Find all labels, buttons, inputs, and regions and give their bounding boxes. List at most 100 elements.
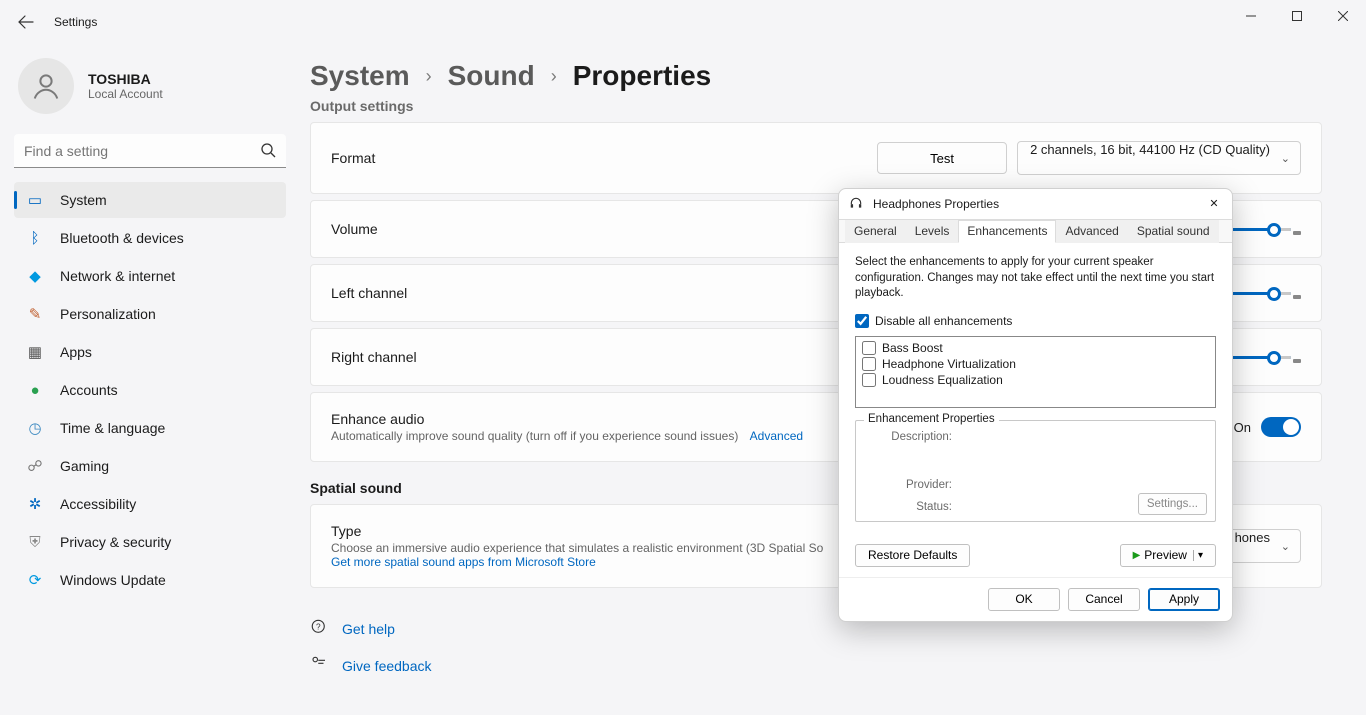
- bass-boost-checkbox[interactable]: Bass Boost: [862, 341, 1209, 355]
- nav-time[interactable]: ◷ Time & language: [14, 410, 286, 446]
- svg-text:?: ?: [316, 622, 321, 631]
- headphones-properties-dialog: Headphones Properties ✕ General Levels E…: [838, 188, 1233, 622]
- nav-label: Personalization: [60, 306, 156, 322]
- nav-accounts[interactable]: ● Accounts: [14, 372, 286, 408]
- nav-label: Privacy & security: [60, 534, 171, 550]
- breadcrumb-properties: Properties: [573, 60, 712, 92]
- apply-button[interactable]: Apply: [1148, 588, 1220, 611]
- wifi-icon: ◆: [26, 267, 44, 285]
- help-icon: ?: [310, 618, 328, 639]
- tab-levels[interactable]: Levels: [906, 220, 959, 243]
- dialog-title: Headphones Properties: [873, 197, 999, 211]
- arrow-left-icon: [18, 14, 34, 30]
- spatial-select[interactable]: hones ⌄: [1222, 529, 1301, 563]
- nav-label: System: [60, 192, 107, 208]
- disable-enhancements-checkbox[interactable]: Disable all enhancements: [855, 314, 1216, 328]
- breadcrumb-system[interactable]: System: [310, 60, 410, 92]
- test-button[interactable]: Test: [877, 142, 1007, 174]
- headphones-icon: [849, 196, 865, 212]
- card-label: Format: [331, 150, 877, 166]
- tab-advanced[interactable]: Advanced: [1056, 220, 1127, 243]
- nav-label: Gaming: [60, 458, 109, 474]
- prop-provider-label: Provider:: [866, 479, 952, 491]
- nav-accessibility[interactable]: ✲Accessibility: [14, 486, 286, 522]
- breadcrumb: System › Sound › Properties: [310, 44, 1322, 100]
- section-output: Output settings: [310, 98, 1322, 114]
- nav-bluetooth[interactable]: ᛒ Bluetooth & devices: [14, 220, 286, 256]
- mute-toggle-icon[interactable]: [1293, 295, 1301, 299]
- window-title: Settings: [54, 15, 97, 29]
- account-icon: ●: [26, 381, 44, 399]
- person-icon: [31, 71, 61, 101]
- prop-description-label: Description:: [866, 431, 952, 443]
- nav-label: Apps: [60, 344, 92, 360]
- feedback-icon: [310, 655, 328, 676]
- give-feedback-link[interactable]: Give feedback: [342, 658, 432, 674]
- enhance-toggle[interactable]: [1261, 417, 1301, 437]
- nav-apps[interactable]: ▦ Apps: [14, 334, 286, 370]
- mute-toggle-icon[interactable]: [1293, 359, 1301, 363]
- globe-icon: ◷: [26, 419, 44, 437]
- accessibility-icon: ✲: [26, 495, 44, 513]
- spatial-value: hones: [1235, 530, 1270, 545]
- search-icon: [260, 142, 276, 163]
- nav-label: Windows Update: [60, 572, 166, 588]
- user-name: TOSHIBA: [88, 71, 163, 87]
- chevron-down-icon: ⌄: [1281, 152, 1290, 165]
- headphone-virtualization-checkbox[interactable]: Headphone Virtualization: [862, 357, 1209, 371]
- search-input[interactable]: [14, 134, 286, 168]
- minimize-button[interactable]: [1228, 0, 1274, 32]
- get-help-link[interactable]: Get help: [342, 621, 395, 637]
- nav-label: Time & language: [60, 420, 165, 436]
- nav-personalization[interactable]: ✎ Personalization: [14, 296, 286, 332]
- play-icon: ▶: [1133, 550, 1141, 561]
- ok-button[interactable]: OK: [988, 588, 1060, 611]
- nav-label: Bluetooth & devices: [60, 230, 184, 246]
- close-window-button[interactable]: [1320, 0, 1366, 32]
- settings-button: Settings...: [1138, 493, 1207, 515]
- mute-toggle-icon[interactable]: [1293, 231, 1301, 235]
- nav-system[interactable]: ▭ System: [14, 182, 286, 218]
- bluetooth-icon: ᛒ: [26, 229, 44, 247]
- card-format: Format Test 2 channels, 16 bit, 44100 Hz…: [310, 122, 1322, 194]
- user-account-type: Local Account: [88, 87, 163, 101]
- preview-button[interactable]: ▶ Preview ▾: [1120, 544, 1216, 567]
- prop-status-label: Status:: [866, 501, 952, 513]
- nav-label: Accounts: [60, 382, 118, 398]
- cancel-button[interactable]: Cancel: [1068, 588, 1140, 611]
- system-icon: ▭: [26, 191, 44, 209]
- checkbox-input[interactable]: [855, 314, 869, 328]
- gaming-icon: ☍: [26, 457, 44, 475]
- nav-gaming[interactable]: ☍ Gaming: [14, 448, 286, 484]
- nav-label: Network & internet: [60, 268, 175, 284]
- breadcrumb-sound[interactable]: Sound: [448, 60, 535, 92]
- chevron-down-icon: ⌄: [1281, 540, 1290, 553]
- format-value: 2 channels, 16 bit, 44100 Hz (CD Quality…: [1030, 142, 1270, 157]
- tab-general[interactable]: General: [845, 220, 906, 243]
- back-button[interactable]: [8, 4, 44, 40]
- checkbox-input[interactable]: [862, 341, 876, 355]
- nav-privacy[interactable]: ⛨ Privacy & security: [14, 524, 286, 560]
- toggle-label: On: [1234, 420, 1251, 435]
- enhancements-list: Bass Boost Headphone Virtualization Loud…: [855, 336, 1216, 408]
- tab-spatial-sound[interactable]: Spatial sound: [1128, 220, 1219, 243]
- shield-icon: ⛨: [26, 533, 44, 551]
- loudness-equalization-checkbox[interactable]: Loudness Equalization: [862, 373, 1209, 387]
- dialog-close-button[interactable]: ✕: [1200, 191, 1228, 215]
- format-select[interactable]: 2 channels, 16 bit, 44100 Hz (CD Quality…: [1017, 141, 1301, 175]
- apps-icon: ▦: [26, 343, 44, 361]
- brush-icon: ✎: [26, 305, 44, 323]
- enhancement-properties-group: Enhancement Properties Description: Prov…: [855, 420, 1216, 522]
- nav-update[interactable]: ⟳Windows Update: [14, 562, 286, 598]
- checkbox-input[interactable]: [862, 373, 876, 387]
- nav-network[interactable]: ◆ Network & internet: [14, 258, 286, 294]
- dialog-description: Select the enhancements to apply for you…: [855, 255, 1216, 302]
- restore-defaults-button[interactable]: Restore Defaults: [855, 544, 970, 567]
- chevron-right-icon: ›: [551, 66, 557, 87]
- advanced-link[interactable]: Advanced: [750, 429, 803, 443]
- maximize-button[interactable]: [1274, 0, 1320, 32]
- avatar: [18, 58, 74, 114]
- tab-enhancements[interactable]: Enhancements: [958, 220, 1056, 243]
- checkbox-input[interactable]: [862, 357, 876, 371]
- fieldset-legend: Enhancement Properties: [864, 413, 999, 425]
